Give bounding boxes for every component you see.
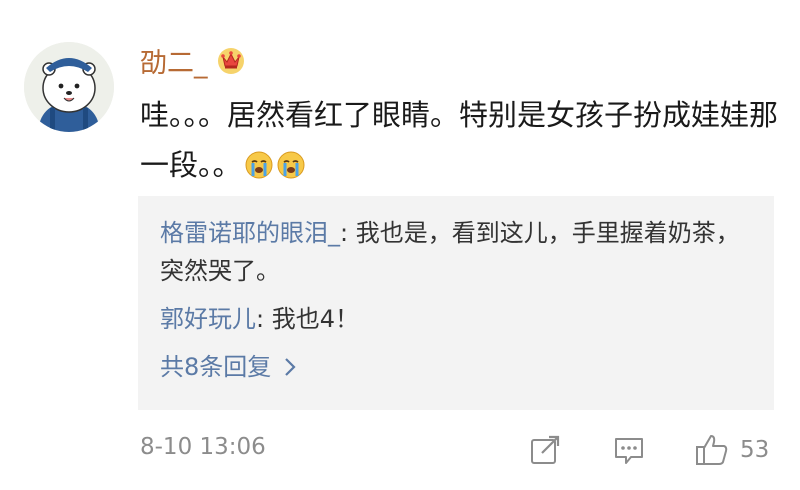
thumbs-up-icon	[696, 435, 728, 465]
polar-bear-avatar-icon	[24, 42, 114, 132]
comment-card: 劭二_ 哇。。。居然看红了眼睛。特别是女孩子扮成娃娃那一段。。 格雷诺耶的眼泪_…	[0, 0, 800, 490]
chevron-right-icon	[285, 358, 296, 376]
reply-text: 我也4！	[271, 305, 359, 333]
crying-emoji-icon	[276, 145, 306, 179]
crown-vip-icon[interactable]	[216, 45, 246, 75]
comment-text: 哇。。。居然看红了眼睛。特别是女孩子扮成娃娃那一段。。	[140, 98, 779, 182]
comment-button[interactable]	[612, 430, 646, 470]
timestamp: 8-10 13:06	[140, 434, 266, 460]
reply-box: 格雷诺耶的眼泪_: 我也是，看到这儿，手里握着奶茶，突然哭了。 郭好玩儿: 我也…	[138, 196, 774, 410]
username[interactable]: 劭二_	[140, 41, 208, 80]
more-replies-link[interactable]: 共8条回复	[160, 348, 297, 386]
crying-emoji-icon	[244, 145, 274, 179]
reply-separator: :	[256, 305, 272, 333]
share-icon	[531, 435, 560, 464]
comment-footer: 8-10 13:06 53	[140, 428, 780, 472]
username-row: 劭二_	[140, 38, 246, 82]
reply-item: 格雷诺耶的眼泪_: 我也是，看到这儿，手里握着奶茶，突然哭了。	[160, 214, 760, 290]
avatar[interactable]	[24, 42, 114, 132]
reply-author[interactable]: 格雷诺耶的眼泪_	[160, 219, 340, 247]
comment-body: 哇。。。居然看红了眼睛。特别是女孩子扮成娃娃那一段。。	[140, 90, 780, 190]
like-count: 53	[740, 437, 770, 463]
reply-item: 郭好玩儿: 我也4！	[160, 300, 760, 338]
like-button[interactable]: 53	[694, 430, 769, 470]
repost-button[interactable]	[528, 430, 562, 470]
reply-author[interactable]: 郭好玩儿	[160, 305, 256, 333]
comment-bubble-icon	[615, 438, 643, 464]
more-replies-label: 共8条回复	[160, 353, 272, 381]
reply-separator: :	[340, 219, 356, 247]
